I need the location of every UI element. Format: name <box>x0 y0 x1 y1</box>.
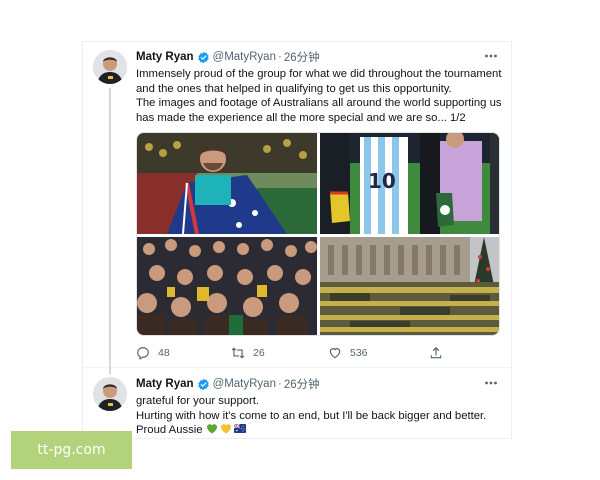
tweet-text-line: has made the experience all the more spe… <box>136 111 466 124</box>
media-grid: 10 <box>136 132 500 336</box>
like-count: 536 <box>350 347 368 359</box>
thread-connector <box>109 88 111 374</box>
tweet[interactable]: Maty Ryan @MatyRyan · 26分钟 grateful for … <box>83 369 511 439</box>
reply-count: 48 <box>158 347 170 359</box>
more-horizontal-icon[interactable] <box>481 48 501 66</box>
tweet[interactable]: Maty Ryan @MatyRyan · 26分钟 Immensely pro… <box>83 42 511 374</box>
reply-icon <box>137 347 149 360</box>
share-button[interactable] <box>429 346 451 360</box>
tweet-header: Maty Ryan @MatyRyan · 26分钟 <box>136 375 501 393</box>
tweet-text-line: Immensely proud of the group for what we… <box>136 68 502 80</box>
yellow-heart-emoji-icon <box>220 424 231 434</box>
watermark: tt-pg.com <box>11 431 132 469</box>
tweet-text-line: grateful for your support. <box>136 395 260 407</box>
media-photo-match-players[interactable]: 10 <box>320 133 499 234</box>
tweet-text-fragment: Proud Aussie <box>136 424 203 437</box>
svg-text:10: 10 <box>368 169 396 193</box>
verified-badge-icon <box>197 51 209 63</box>
tweet-text: grateful for your support. Hurting with … <box>136 394 501 438</box>
tweet-body: Maty Ryan @MatyRyan · 26分钟 Immensely pro… <box>136 48 502 125</box>
tweet-text-line: Hurting with how it's come to an end, bu… <box>136 409 487 422</box>
tweet-text: Immensely proud of the group for what we… <box>136 67 502 125</box>
reply-button[interactable]: 48 <box>136 346 170 360</box>
tweet-header: Maty Ryan @MatyRyan · 26分钟 <box>136 48 501 66</box>
share-icon <box>430 346 442 359</box>
avatar[interactable] <box>93 377 127 411</box>
retweet-icon <box>231 347 245 359</box>
timestamp[interactable]: 26分钟 <box>284 376 320 392</box>
timestamp[interactable]: 26分钟 <box>284 49 320 65</box>
tweet-actions: 48 26 536 <box>136 344 456 362</box>
more-horizontal-icon[interactable] <box>481 375 501 393</box>
media-photo-player-with-flag[interactable] <box>137 133 317 234</box>
author-handle[interactable]: @MatyRyan <box>213 378 276 390</box>
tweet-text-line: and the ones that helped in qualifying t… <box>136 82 452 95</box>
media-photo-fan-crowd[interactable] <box>137 237 317 335</box>
green-heart-emoji-icon <box>206 424 217 434</box>
media-photo-city-square-crowd[interactable] <box>320 237 499 335</box>
tweet-thread-card: Maty Ryan @MatyRyan · 26分钟 Immensely pro… <box>82 41 512 439</box>
tweet-body: Maty Ryan @MatyRyan · 26分钟 grateful for … <box>136 375 501 438</box>
separator-dot: · <box>277 51 282 63</box>
tweet-text-line-with-emojis: Proud Aussie <box>136 423 501 438</box>
heart-icon <box>329 348 341 359</box>
author-name[interactable]: Maty Ryan <box>136 51 194 63</box>
like-button[interactable]: 536 <box>328 346 368 360</box>
separator-dot: · <box>277 378 282 390</box>
avatar[interactable] <box>93 50 127 84</box>
author-handle[interactable]: @MatyRyan <box>213 51 276 63</box>
retweet-count: 26 <box>253 347 265 359</box>
verified-badge-icon <box>197 378 209 390</box>
retweet-button[interactable]: 26 <box>231 346 265 360</box>
author-name[interactable]: Maty Ryan <box>136 378 194 390</box>
tweet-text-line: The images and footage of Australians al… <box>136 97 502 110</box>
australia-flag-emoji-icon <box>233 423 246 434</box>
